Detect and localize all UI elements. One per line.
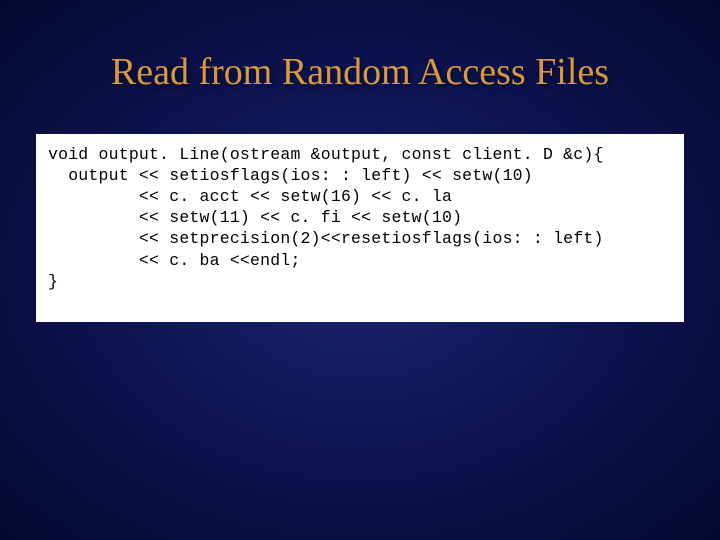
code-line: void output. Line(ostream &output, const…	[48, 144, 672, 165]
slide-container: Read from Random Access Files void outpu…	[0, 0, 720, 540]
code-line: << c. ba <<endl;	[48, 250, 672, 271]
code-line: << c. acct << setw(16) << c. la	[48, 186, 672, 207]
slide-title: Read from Random Access Files	[36, 50, 684, 94]
code-block: void output. Line(ostream &output, const…	[36, 134, 684, 322]
code-line: << setprecision(2)<<resetiosflags(ios: :…	[48, 228, 672, 249]
code-line: output << setiosflags(ios: : left) << se…	[48, 165, 672, 186]
code-line: }	[48, 271, 672, 292]
code-line: << setw(11) << c. fi << setw(10)	[48, 207, 672, 228]
